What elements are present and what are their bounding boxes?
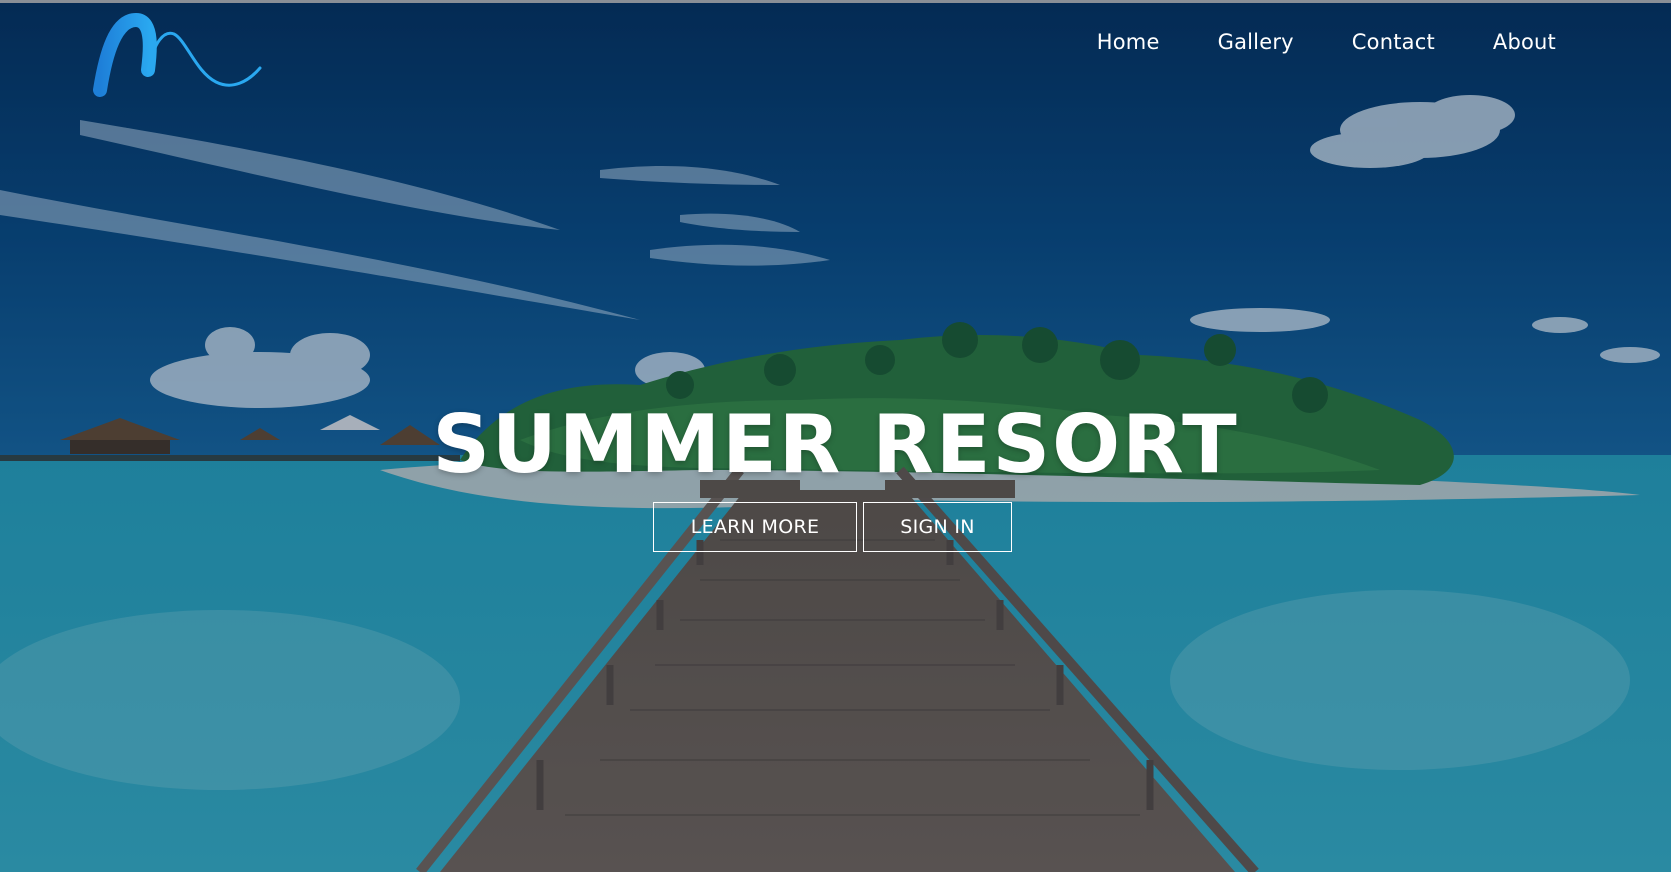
top-border xyxy=(0,0,1671,3)
nav-about-link[interactable]: About xyxy=(1493,30,1556,54)
wave-m-logo-icon[interactable] xyxy=(92,12,264,98)
sign-in-button[interactable]: SIGN IN xyxy=(863,502,1012,552)
nav-contact-link[interactable]: Contact xyxy=(1352,30,1435,54)
nav-gallery-link[interactable]: Gallery xyxy=(1218,30,1294,54)
main-nav: Home Gallery Contact About xyxy=(1097,30,1556,54)
hero-title: SUMMER RESORT xyxy=(432,398,1239,491)
learn-more-button[interactable]: LEARN MORE xyxy=(653,502,857,552)
nav-home-link[interactable]: Home xyxy=(1097,30,1160,54)
hero-cta-group: LEARN MORE SIGN IN xyxy=(653,502,1012,552)
